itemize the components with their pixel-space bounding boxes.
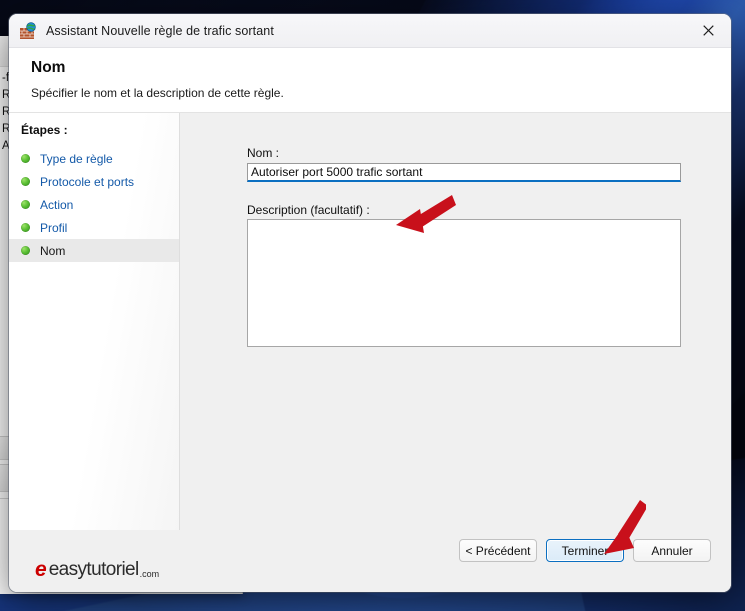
step-bullet-icon [21, 177, 30, 186]
cancel-button[interactable]: Annuler [633, 539, 711, 562]
screen-root: -feu Règ Règ Règ Ana [0, 0, 745, 611]
sidebar-item-label: Profil [40, 220, 68, 235]
page-title: Nom [31, 59, 66, 76]
sidebar-item-label: Nom [40, 243, 66, 258]
dialog-body: Étapes : Type de règle Protocole et port… [9, 113, 731, 530]
step-bullet-icon [21, 223, 30, 232]
sidebar-item-action[interactable]: Action [9, 193, 179, 216]
watermark-logo: e easytutoriel .com [35, 558, 159, 580]
sidebar-item-protocol-ports[interactable]: Protocole et ports [9, 170, 179, 193]
back-button[interactable]: < Précédent [459, 539, 537, 562]
page-subtitle: Spécifier le nom et la description de ce… [31, 86, 284, 100]
sidebar-item-label: Protocole et ports [40, 174, 135, 189]
dialog-header: Nom Spécifier le nom et la description d… [9, 48, 731, 113]
firewall-globe-icon [19, 21, 37, 40]
steps-heading: Étapes : [21, 123, 68, 137]
sidebar-item-rule-type[interactable]: Type de règle [9, 147, 179, 170]
name-input[interactable] [247, 163, 681, 182]
wizard-dialog: Assistant Nouvelle règle de trafic sorta… [9, 14, 731, 592]
sidebar-item-name[interactable]: Nom [9, 239, 179, 262]
step-bullet-icon [21, 200, 30, 209]
watermark-mark: e [35, 557, 47, 581]
dialog-titlebar[interactable]: Assistant Nouvelle règle de trafic sorta… [9, 14, 731, 48]
step-bullet-icon [21, 246, 30, 255]
sidebar-item-profile[interactable]: Profil [9, 216, 179, 239]
step-bullet-icon [21, 154, 30, 163]
sidebar-item-label: Type de règle [40, 151, 113, 166]
dialog-title: Assistant Nouvelle règle de trafic sorta… [46, 23, 274, 38]
description-field-label: Description (facultatif) : [247, 203, 370, 217]
name-field-label: Nom : [247, 146, 280, 160]
finish-button[interactable]: Terminer [546, 539, 624, 562]
close-icon[interactable] [686, 14, 731, 47]
button-row: < Précédent Terminer Annuler [459, 539, 711, 562]
watermark-name: easytutoriel [48, 558, 140, 580]
steps-sidebar: Étapes : Type de règle Protocole et port… [9, 113, 180, 530]
watermark-tld: .com [139, 569, 160, 579]
form-pane: Nom : Description (facultatif) : [180, 113, 731, 530]
sidebar-item-label: Action [40, 197, 74, 212]
description-textarea[interactable] [247, 219, 681, 347]
